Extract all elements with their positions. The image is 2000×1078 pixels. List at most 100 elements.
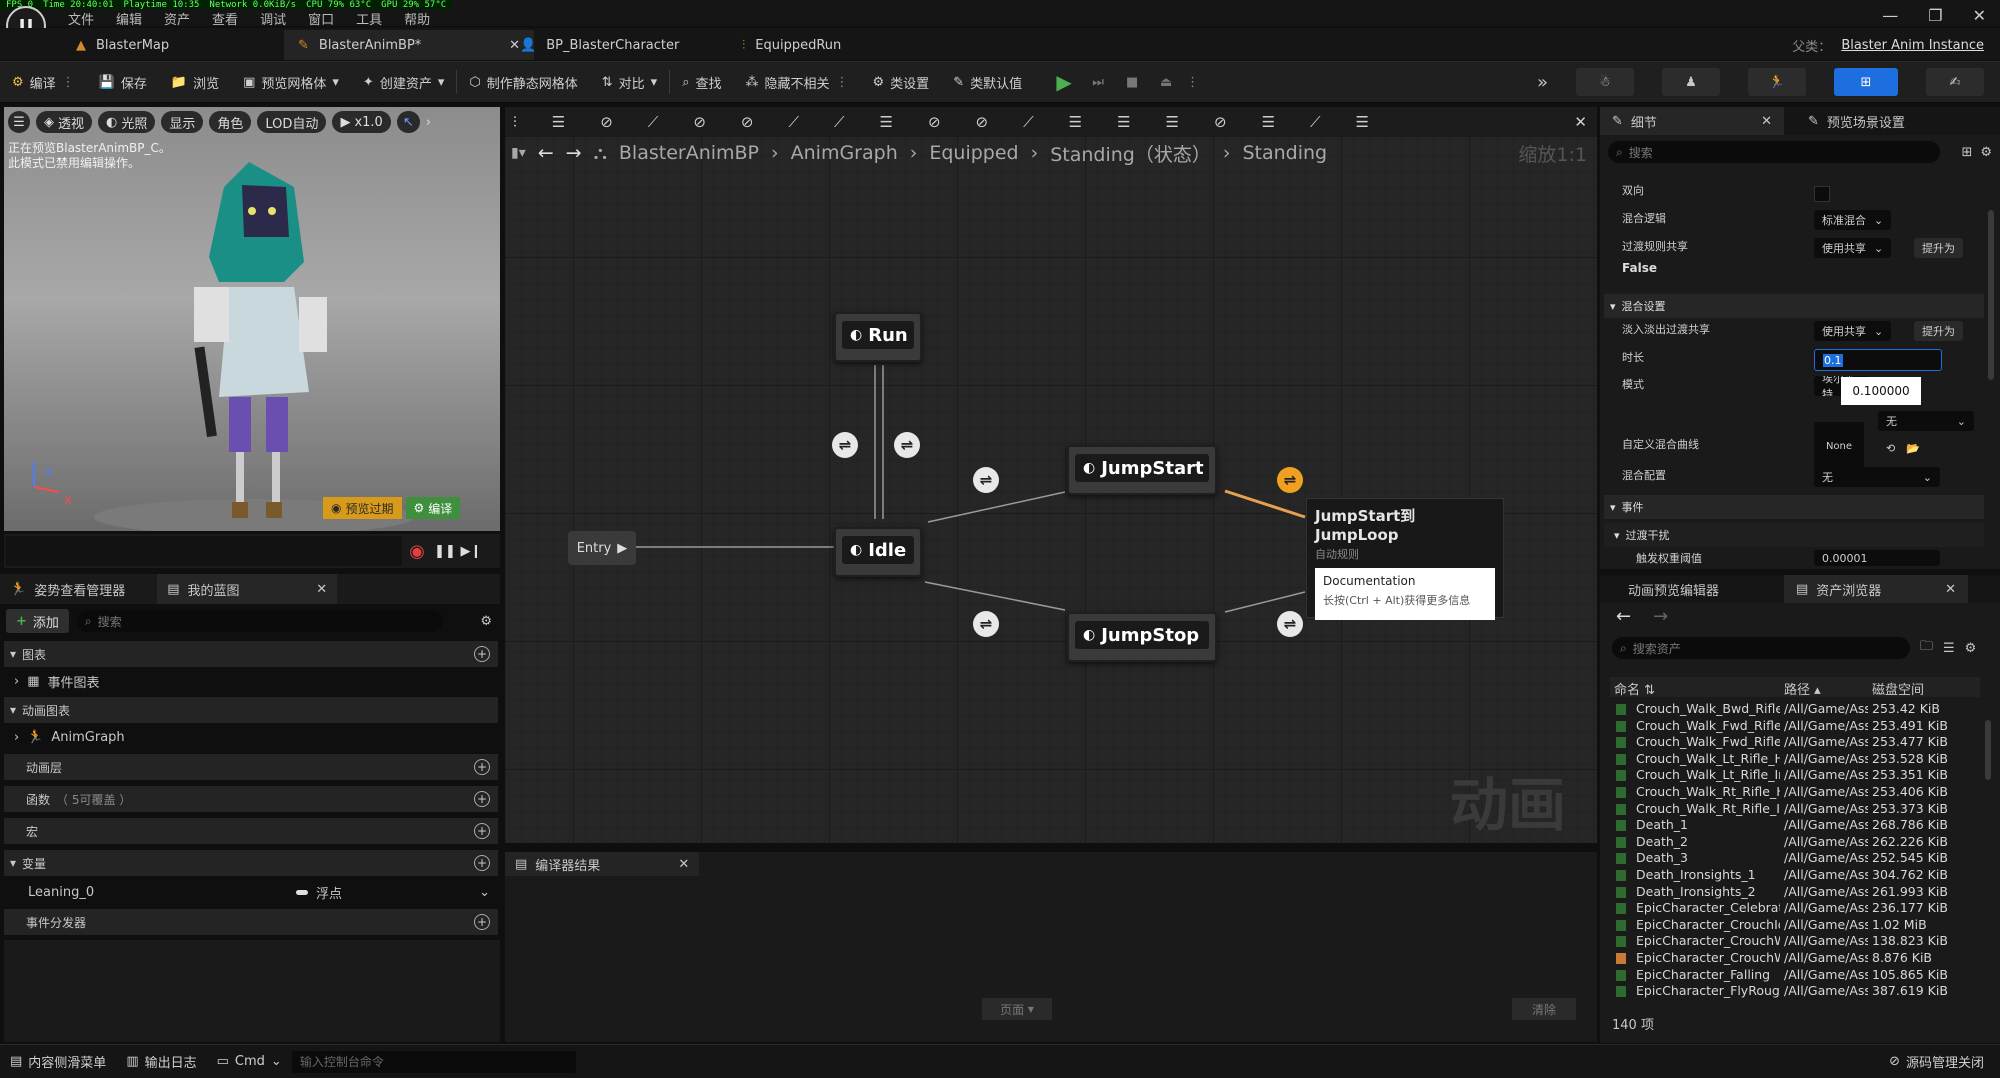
class-defaults-button[interactable]: ✎ 类默认值: [941, 62, 1034, 102]
column-name[interactable]: 命名 ⇅: [1614, 679, 1655, 698]
console-input[interactable]: 输入控制台命令: [291, 1050, 576, 1073]
play-icon[interactable]: ▶: [1050, 68, 1078, 96]
asset-row[interactable]: Death_Ironsights_2/All/Game/Assets261.99…: [1610, 884, 1980, 901]
menu-debug[interactable]: 调试: [260, 9, 286, 28]
promote-button[interactable]: 提升为: [1914, 238, 1963, 258]
add-function-icon[interactable]: +: [474, 791, 490, 807]
eject-icon[interactable]: ⏏: [1152, 68, 1180, 96]
lighting-button[interactable]: ◐ 光照: [98, 111, 156, 133]
make-static-mesh-button[interactable]: ⬡ 制作静态网格体: [457, 62, 589, 102]
section-functions[interactable]: 函数 （ 5可覆盖 ） +: [4, 786, 498, 812]
column-path[interactable]: 路径 ▴: [1784, 679, 1821, 698]
mesh-mode-icon[interactable]: ♟: [1662, 68, 1720, 96]
tab-pose-watch[interactable]: 🏃 姿势查看管理器: [0, 574, 135, 604]
state-node-run[interactable]: ◐ Run: [834, 312, 922, 362]
add-dispatcher-icon[interactable]: +: [474, 914, 490, 930]
menu-file[interactable]: 文件: [68, 9, 94, 28]
tab-my-blueprint[interactable]: ▤ 我的蓝图 ✕: [157, 574, 338, 604]
curve-thumbnail[interactable]: None: [1814, 422, 1864, 470]
asset-row[interactable]: Death_1/All/Game/Assets268.786 KiB: [1610, 817, 1980, 834]
more-options-icon[interactable]: ⋮: [62, 75, 75, 90]
menu-asset[interactable]: 资产: [164, 9, 190, 28]
forward-arrow-icon[interactable]: →: [1653, 606, 1668, 627]
back-arrow-icon[interactable]: ←: [1616, 606, 1631, 627]
asset-row[interactable]: Crouch_Walk_Fwd_Rifle_Hip/All/Game/Asset…: [1610, 718, 1980, 735]
skeleton-mode-icon[interactable]: ☃: [1576, 68, 1634, 96]
state-node-idle[interactable]: ◐ Idle: [834, 527, 922, 577]
asset-row[interactable]: Crouch_Walk_Lt_Rifle_Ironsights/All/Game…: [1610, 767, 1980, 784]
playback-speed-button[interactable]: ▶ x1.0: [332, 111, 391, 133]
section-event-dispatchers[interactable]: 事件分发器 +: [4, 909, 498, 935]
section-variables[interactable]: ▾ 变量 +: [4, 850, 498, 876]
tab-anim-preview-editor[interactable]: 动画预览编辑器: [1600, 575, 1784, 603]
view-mode-button[interactable]: ◈ 透视: [36, 111, 93, 133]
gear-icon[interactable]: ⚙: [1980, 145, 1992, 160]
lod-button[interactable]: LOD自动: [257, 111, 327, 133]
gear-icon[interactable]: ⚙: [1965, 641, 1977, 656]
create-asset-button[interactable]: ✦ 创建资产 ▾: [351, 62, 456, 102]
transition-icon[interactable]: ⇌: [832, 432, 858, 458]
blueprint-mode-icon[interactable]: ⊞: [1834, 68, 1898, 96]
anim-graph-item[interactable]: › 🏃 AnimGraph: [4, 724, 498, 750]
save-button[interactable]: 💾 保存: [87, 62, 159, 102]
minimize-icon[interactable]: —: [1882, 6, 1898, 25]
column-size[interactable]: 磁盘空间: [1872, 679, 1924, 698]
hide-unrelated-button[interactable]: ⁂ 隐藏不相关 ⋮: [734, 62, 861, 102]
variable-item[interactable]: Leaning_0 浮点 ⌄: [4, 879, 498, 905]
folder-icon[interactable]: 🗀: [1920, 637, 1933, 659]
entry-node[interactable]: Entry ▶: [568, 531, 636, 565]
parent-class-link[interactable]: Blaster Anim Instance: [1841, 38, 1984, 53]
record-icon[interactable]: ◉: [402, 541, 432, 562]
threshold-input[interactable]: 0.00001: [1814, 550, 1940, 566]
tab-details[interactable]: ✎ 细节 ✕: [1600, 107, 1784, 135]
compile-button[interactable]: ⚙ 编译 ⋮: [0, 62, 87, 102]
browse-asset-icon[interactable]: 📂: [1906, 442, 1920, 455]
rule-sharing-dropdown[interactable]: 使用共享 ⌄: [1814, 238, 1892, 258]
physics-mode-icon[interactable]: ✍: [1926, 68, 1984, 96]
preview-mesh-button[interactable]: ▣ 预览网格体 ▾: [231, 62, 351, 102]
table-view-icon[interactable]: ⊞: [1961, 145, 1972, 160]
reset-icon[interactable]: ⟲: [1886, 442, 1895, 455]
transition-icon[interactable]: ⇌: [973, 467, 999, 493]
add-macro-icon[interactable]: +: [474, 823, 490, 839]
asset-row[interactable]: Crouch_Walk_Bwd_Rifle_Hip/All/Game/Asset…: [1610, 701, 1980, 718]
add-layer-icon[interactable]: +: [474, 759, 490, 775]
browse-button[interactable]: 📁 浏览: [159, 62, 231, 102]
page-dropdown[interactable]: 页面 ▾: [982, 998, 1052, 1020]
tab-preview-scene-settings[interactable]: ✎ 预览场景设置: [1796, 107, 1917, 135]
maximize-icon[interactable]: ❐: [1928, 6, 1942, 25]
cmd-dropdown[interactable]: ▭ Cmd ⌄: [207, 1045, 292, 1078]
section-graphs[interactable]: ▾ 图表 +: [4, 641, 498, 667]
section-anim-graphs[interactable]: ▾ 动画图表: [4, 697, 498, 723]
tab-asset-browser[interactable]: ▤ 资产浏览器 ✕: [1784, 575, 1968, 603]
character-button[interactable]: 角色: [209, 111, 252, 133]
chevron-right-icon[interactable]: ›: [426, 115, 431, 130]
close-tab-icon[interactable]: ✕: [678, 857, 689, 872]
source-control-button[interactable]: ⊘ 源码管理关闭: [1879, 1045, 1994, 1078]
transition-icon[interactable]: ⇌: [1277, 611, 1303, 637]
find-button[interactable]: ⌕ 查找: [670, 62, 733, 102]
gear-icon[interactable]: ⚙: [480, 614, 492, 629]
step-icon[interactable]: ⏭: [1084, 68, 1112, 96]
diff-button[interactable]: ⇅ 对比 ▾: [590, 62, 669, 102]
details-search-input[interactable]: ⌕ 搜索: [1608, 141, 1940, 163]
pause-icon[interactable]: ❚❚: [432, 544, 458, 559]
asset-row[interactable]: EpicCharacter_CrouchWalk/All/Game/Assets…: [1610, 933, 1980, 950]
asset-row[interactable]: Death_2/All/Game/Assets262.226 KiB: [1610, 834, 1980, 851]
section-anim-layers[interactable]: 动画层 +: [4, 754, 498, 780]
asset-row[interactable]: Crouch_Walk_Rt_Rifle_Hip/All/Game/Assets…: [1610, 784, 1980, 801]
tab-compiler-results[interactable]: ▤ 编译器结果 ✕: [505, 852, 700, 876]
compile-badge[interactable]: ⚙ 编译: [405, 497, 461, 519]
chevron-down-icon[interactable]: ⌄: [479, 885, 490, 900]
asset-row[interactable]: Crouch_Walk_Rt_Rifle_Ironsights/All/Game…: [1610, 801, 1980, 818]
event-graph-item[interactable]: › ▦ 事件图表: [4, 668, 498, 694]
section-blend-settings[interactable]: ▾ 混合设置: [1604, 294, 1984, 318]
class-settings-button[interactable]: ⚙ 类设置: [861, 62, 942, 102]
asset-row[interactable]: Death_3/All/Game/Assets252.545 KiB: [1610, 850, 1980, 867]
section-events[interactable]: ▾ 事件: [1604, 495, 1984, 519]
bidirectional-checkbox[interactable]: [1814, 186, 1830, 202]
duration-input[interactable]: 0.1: [1814, 349, 1942, 371]
close-tab-icon[interactable]: ✕: [1761, 114, 1772, 129]
asset-row[interactable]: Death_Ironsights_1/All/Game/Assets 304.76…: [1610, 867, 1980, 884]
tab-equippedrun[interactable]: ⫶ EquippedRun: [728, 30, 855, 60]
